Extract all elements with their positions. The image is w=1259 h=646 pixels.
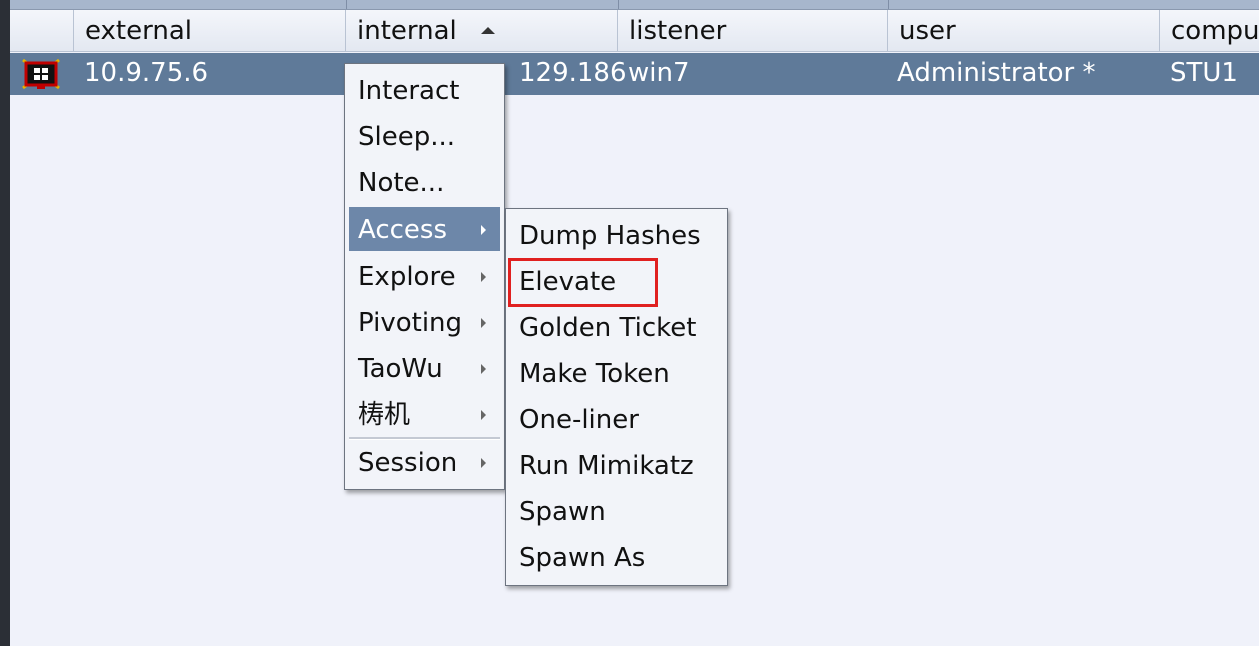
menu-item-label: Sleep...: [358, 122, 456, 152]
column-header-icon[interactable]: [10, 10, 74, 51]
table-row[interactable]: 10.9.75.6 129.186 win7 Administrator * S…: [10, 53, 1259, 95]
context-menu: Interact Sleep... Note... Access Explore…: [344, 63, 505, 490]
toolbar-strip: [10, 0, 1259, 10]
menu-item-note[interactable]: Note...: [349, 160, 500, 204]
menu-item-run-mimikatz[interactable]: Run Mimikatz: [510, 443, 723, 487]
menu-item-golden-ticket[interactable]: Golden Ticket: [510, 305, 723, 349]
cell-listener: win7: [628, 58, 690, 88]
table-header: external internal listener user compu: [10, 10, 1259, 52]
menu-item-label: Run Mimikatz: [519, 451, 694, 481]
submenu-arrow-icon: [481, 318, 486, 328]
column-header-listener[interactable]: listener: [618, 10, 888, 51]
submenu-arrow-icon: [481, 225, 486, 235]
column-header-user[interactable]: user: [888, 10, 1160, 51]
menu-item-spawn[interactable]: Spawn: [510, 489, 723, 533]
column-header-label: user: [899, 16, 956, 46]
menu-item-explore[interactable]: Explore: [349, 254, 500, 298]
menu-item-label: Session: [358, 448, 458, 478]
cell-external: 10.9.75.6: [84, 58, 209, 88]
sort-ascending-icon: [481, 27, 495, 34]
menu-item-spawn-as[interactable]: Spawn As: [510, 535, 723, 579]
column-header-label: listener: [629, 16, 727, 46]
submenu-arrow-icon: [481, 458, 486, 468]
cell-computer: STU1: [1170, 58, 1238, 88]
column-header-internal[interactable]: internal: [346, 10, 618, 51]
menu-item-label: One-liner: [519, 405, 639, 435]
menu-item-label: Pivoting: [358, 308, 463, 338]
column-header-external[interactable]: external: [74, 10, 346, 51]
submenu-arrow-icon: [481, 272, 486, 282]
menu-item-label: Access: [358, 215, 448, 245]
menu-item-access[interactable]: Access: [349, 207, 500, 251]
menu-item-pivoting[interactable]: Pivoting: [349, 300, 500, 344]
menu-item-taowu[interactable]: TaoWu: [349, 346, 500, 390]
menu-item-label: Dump Hashes: [519, 221, 701, 251]
menu-item-interact[interactable]: Interact: [349, 68, 500, 112]
column-header-label: external: [85, 16, 192, 46]
menu-item-sleep[interactable]: Sleep...: [349, 114, 500, 158]
menu-item-session[interactable]: Session: [349, 440, 500, 484]
submenu-arrow-icon: [481, 410, 486, 420]
menu-item-label: TaoWu: [358, 354, 443, 384]
menu-item-label: 梼机: [358, 400, 411, 430]
menu-item-label: Interact: [358, 76, 460, 106]
submenu-arrow-icon: [481, 364, 486, 374]
column-header-label: compu: [1171, 16, 1259, 46]
column-header-computer[interactable]: compu: [1160, 10, 1259, 51]
menu-item-one-liner[interactable]: One-liner: [510, 397, 723, 441]
column-header-label: internal: [357, 16, 457, 46]
menu-item-dump-hashes[interactable]: Dump Hashes: [510, 213, 723, 257]
cell-internal: 129.186: [519, 58, 627, 88]
menu-item-label: Make Token: [519, 359, 670, 389]
menu-item-label: Golden Ticket: [519, 313, 697, 343]
menu-item-label: Spawn: [519, 497, 606, 527]
menu-item-label: Note...: [358, 168, 445, 198]
window-left-border: [0, 0, 10, 646]
menu-item-chinese[interactable]: 梼机: [349, 392, 500, 436]
cell-user: Administrator *: [897, 58, 1096, 88]
windows-beacon-icon: [22, 58, 60, 90]
elevate-highlight-box: [508, 258, 658, 307]
menu-item-make-token[interactable]: Make Token: [510, 351, 723, 395]
menu-item-label: Spawn As: [519, 543, 646, 573]
menu-item-label: Explore: [358, 262, 456, 292]
